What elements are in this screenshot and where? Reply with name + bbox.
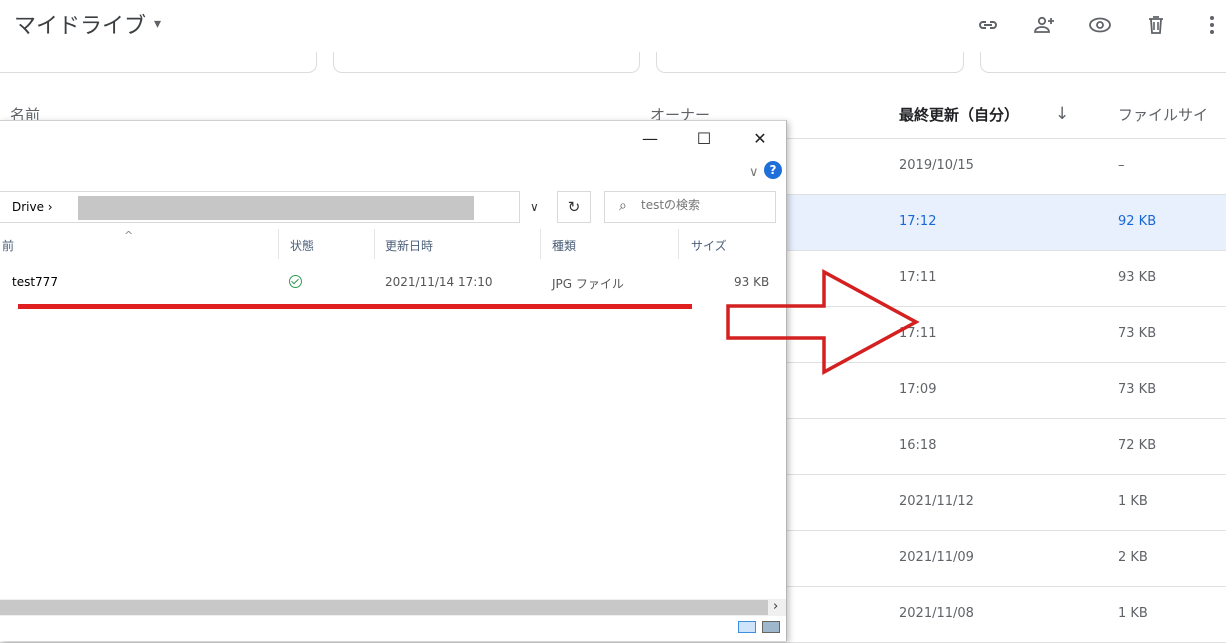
- file-modified: 16:18: [899, 438, 937, 453]
- preview-icon[interactable]: [1072, 10, 1128, 40]
- annotation-arrow-icon: [726, 269, 920, 375]
- trash-icon[interactable]: [1128, 10, 1184, 40]
- file-modified: 2019/10/15: [899, 158, 974, 173]
- search-field[interactable]: ⌕: [604, 191, 776, 223]
- file-size: 73 KB: [1118, 382, 1157, 397]
- search-icon: ⌕: [619, 198, 627, 214]
- horizontal-scrollbar[interactable]: ›: [0, 599, 786, 616]
- column-header-modified[interactable]: 更新日時: [385, 237, 433, 254]
- large-icons-view-icon[interactable]: [762, 621, 780, 633]
- file-explorer-window: — ☐ ✕ ∨ ? Drive › ∨ ↻ ⌕ 前 ^ 状態 更新日時 種類 サ…: [0, 120, 787, 641]
- details-view-icon[interactable]: [738, 621, 756, 633]
- file-modified: 2021/11/09: [899, 550, 974, 565]
- quick-access-card[interactable]: [656, 52, 964, 73]
- column-header-name[interactable]: 前: [2, 237, 14, 254]
- column-divider[interactable]: [374, 229, 375, 259]
- refresh-button[interactable]: ↻: [557, 191, 591, 223]
- file-type: JPG ファイル: [552, 277, 624, 291]
- column-header-size[interactable]: ファイルサイ: [1118, 104, 1208, 125]
- breadcrumb[interactable]: Drive ›: [12, 200, 53, 214]
- ribbon-expand-icon[interactable]: ∨: [749, 165, 759, 180]
- file-modified: 2021/11/12: [899, 494, 974, 509]
- file-size: –: [1118, 158, 1125, 173]
- file-size: 1 KB: [1118, 494, 1148, 509]
- sort-up-icon: ^: [124, 229, 134, 242]
- quick-access-card[interactable]: [333, 52, 640, 73]
- search-input[interactable]: [639, 197, 773, 213]
- drive-title-text: マイドライブ: [14, 14, 147, 39]
- annotation-underline: [18, 304, 692, 309]
- address-bar[interactable]: Drive › ∨: [0, 191, 539, 223]
- file-row[interactable]: test777 2021/11/14 17:10 JPG ファイル 93 KB: [0, 271, 786, 295]
- drive-title[interactable]: マイドライブ ▾: [14, 8, 161, 40]
- file-modified: 17:09: [899, 382, 937, 397]
- column-header-size[interactable]: サイズ: [691, 237, 727, 254]
- scrollbar-thumb[interactable]: [0, 600, 768, 615]
- file-size: 92 KB: [1118, 214, 1157, 229]
- minimize-button[interactable]: —: [630, 127, 670, 151]
- quick-access-cards: [0, 52, 1226, 74]
- column-header-modified[interactable]: 最終更新（自分）: [899, 104, 1019, 125]
- redacted-path: [78, 196, 474, 220]
- file-size: 73 KB: [1118, 326, 1157, 341]
- help-icon[interactable]: ?: [764, 161, 782, 179]
- file-size: 1 KB: [1118, 606, 1148, 621]
- chevron-down-icon[interactable]: ▾: [154, 16, 161, 32]
- file-size: 72 KB: [1118, 438, 1157, 453]
- close-button[interactable]: ✕: [740, 127, 780, 151]
- share-icon[interactable]: [1016, 10, 1072, 40]
- sync-status-icon: [289, 275, 302, 288]
- scroll-right-icon[interactable]: ›: [773, 599, 778, 614]
- file-size: 93 KB: [1118, 270, 1157, 285]
- column-divider[interactable]: [678, 229, 679, 259]
- drive-toolbar: [960, 10, 1226, 40]
- file-size: 2 KB: [1118, 550, 1148, 565]
- maximize-button[interactable]: ☐: [684, 127, 724, 151]
- address-dropdown-icon[interactable]: ∨: [530, 200, 539, 214]
- file-modified: 2021/11/08: [899, 606, 974, 621]
- link-icon[interactable]: [960, 10, 1016, 40]
- file-name: test777: [12, 275, 58, 289]
- quick-access-card[interactable]: [980, 52, 1226, 73]
- sort-down-icon[interactable]: ↓: [1055, 104, 1069, 124]
- column-header-type[interactable]: 種類: [552, 237, 576, 254]
- column-divider[interactable]: [278, 229, 279, 259]
- file-modified: 17:12: [899, 214, 937, 229]
- more-icon[interactable]: [1184, 10, 1226, 40]
- column-header-status[interactable]: 状態: [290, 237, 314, 254]
- file-modified: 2021/11/14 17:10: [385, 275, 493, 289]
- quick-access-card[interactable]: [0, 52, 317, 73]
- column-divider[interactable]: [540, 229, 541, 259]
